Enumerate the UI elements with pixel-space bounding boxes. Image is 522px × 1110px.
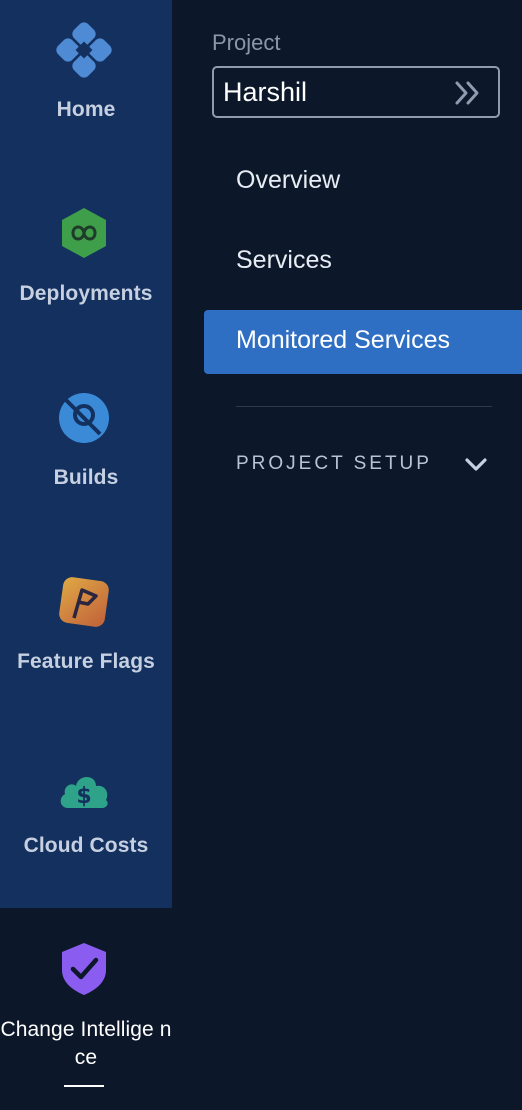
rail-label-cloud-costs: Cloud Costs xyxy=(23,834,149,857)
nav-label-services: Services xyxy=(236,246,332,274)
active-indicator xyxy=(64,1085,104,1087)
rail-label-deployments: Deployments xyxy=(19,282,153,305)
module-rail: Home Deployments Builds Feature Flags $ … xyxy=(0,0,172,1110)
project-label: Project xyxy=(212,30,281,55)
project-selector[interactable]: Harshil xyxy=(212,66,500,118)
nav-label-monitored-services: Monitored Services xyxy=(236,326,450,354)
project-selector-value: Harshil xyxy=(223,77,308,107)
project-setup-toggle[interactable]: PROJECT SETUP xyxy=(236,448,492,482)
deployments-icon xyxy=(62,208,106,258)
nav-item-services[interactable]: Services xyxy=(204,230,522,294)
rail-item-cloud-costs[interactable]: $ Cloud Costs xyxy=(0,762,172,872)
nav-divider xyxy=(236,406,492,407)
rail-label-feature-flags: Feature Flags xyxy=(17,650,155,673)
cloud-costs-icon: $ xyxy=(60,777,108,809)
home-icon xyxy=(56,22,112,78)
project-setup-label: PROJECT SETUP xyxy=(236,453,432,474)
rail-label-builds: Builds xyxy=(53,466,119,489)
double-chevron-right-icon xyxy=(455,81,479,105)
rail-item-builds[interactable]: Builds xyxy=(0,390,172,500)
nav-label-overview: Overview xyxy=(236,166,341,194)
rail-item-home[interactable]: Home xyxy=(0,22,172,132)
rail-label-home: Home xyxy=(56,98,116,121)
svg-text:$: $ xyxy=(76,784,91,809)
rail-label-change-intelligence: Change Intellige nce xyxy=(0,1018,172,1069)
chevron-down-icon xyxy=(465,458,487,471)
rail-item-feature-flags[interactable]: Feature Flags xyxy=(0,574,172,684)
rail-item-deployments[interactable]: Deployments xyxy=(0,205,172,315)
nav-item-overview[interactable]: Overview xyxy=(204,150,522,214)
rail-item-change-intelligence[interactable]: Change Intellige nce xyxy=(0,940,172,1090)
feature-flags-icon xyxy=(59,577,109,627)
nav-item-monitored-services[interactable]: Monitored Services xyxy=(204,310,522,374)
change-intelligence-icon xyxy=(62,943,106,995)
builds-icon xyxy=(59,393,109,443)
